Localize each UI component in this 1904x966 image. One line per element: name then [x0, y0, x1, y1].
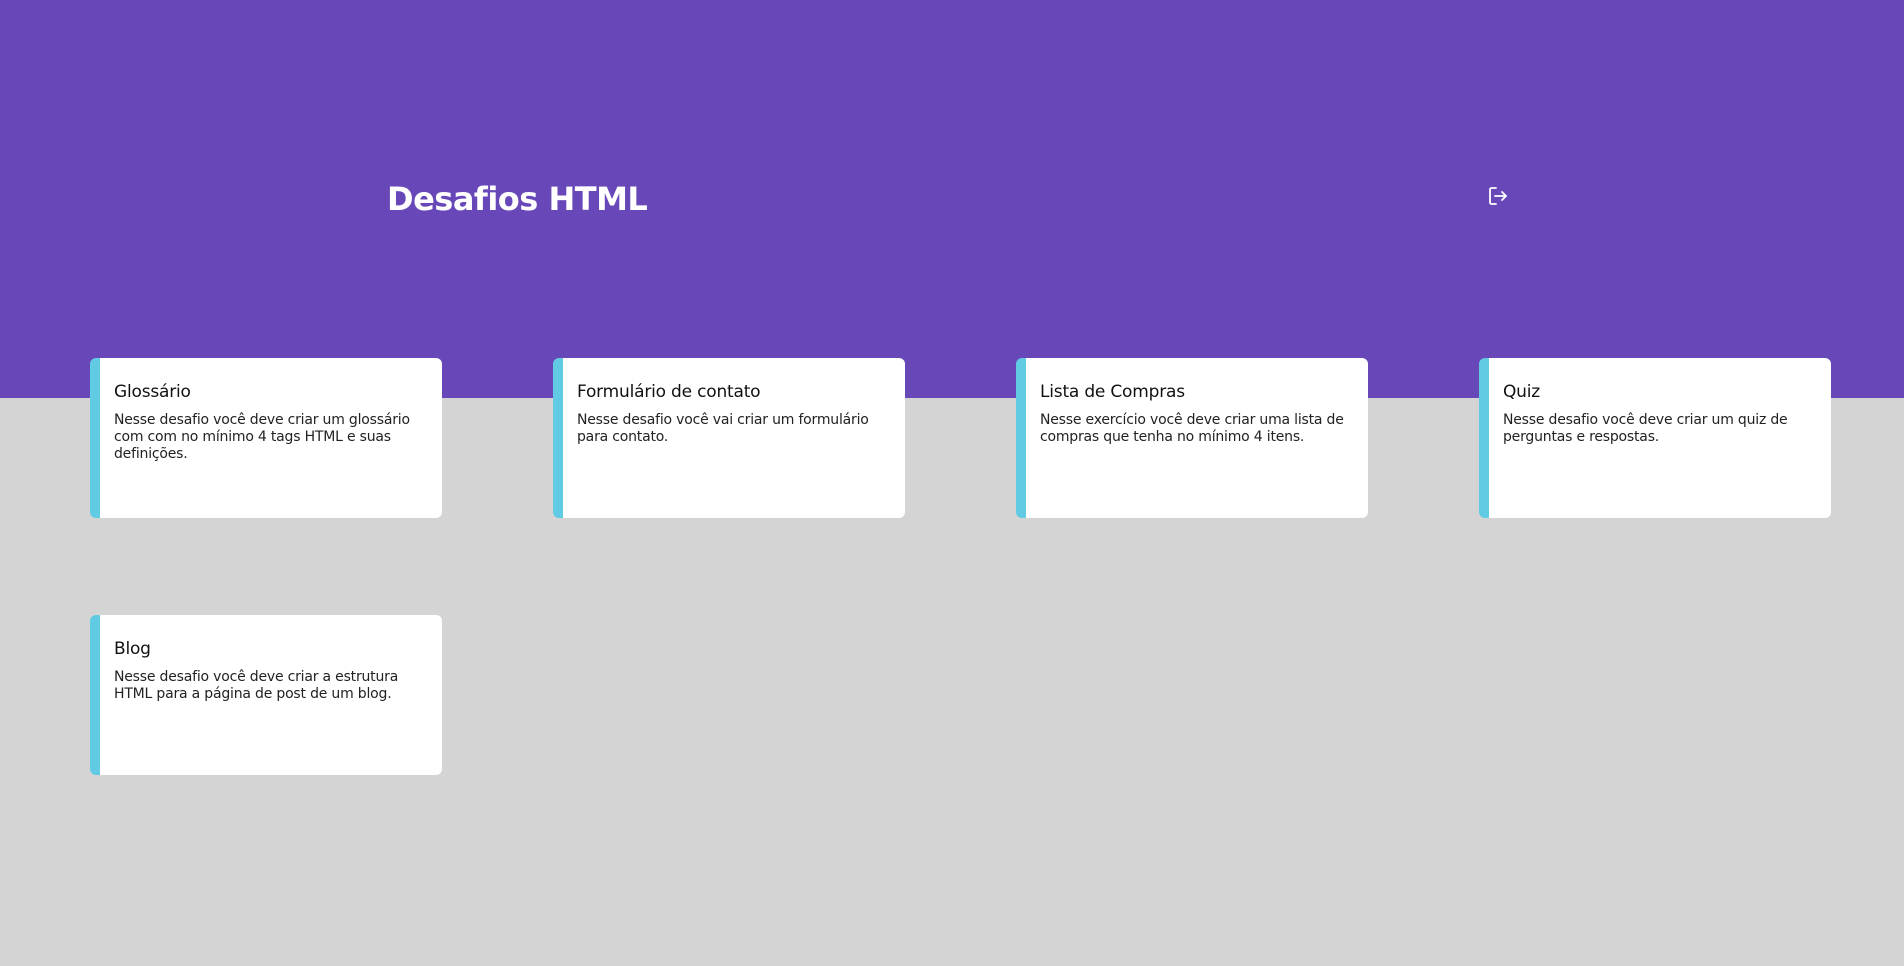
card-title: Formulário de contato: [577, 382, 761, 402]
challenge-card-glossario[interactable]: Glossário Nesse desafio você deve criar …: [90, 358, 442, 518]
challenge-card-quiz[interactable]: Quiz Nesse desafio você deve criar um qu…: [1479, 358, 1831, 518]
card-description: Nesse desafio você vai criar um formulár…: [577, 412, 869, 445]
card-description: Nesse desafio você deve criar um glossár…: [114, 412, 410, 462]
card-title: Glossário: [114, 382, 191, 402]
card-description: Nesse desafio você deve criar um quiz de…: [1503, 412, 1788, 445]
challenge-card-lista-de-compras[interactable]: Lista de Compras Nesse exercício você de…: [1016, 358, 1368, 518]
card-title: Blog: [114, 639, 151, 659]
challenge-card-formulario-de-contato[interactable]: Formulário de contato Nesse desafio você…: [553, 358, 905, 518]
card-title: Lista de Compras: [1040, 382, 1185, 402]
challenge-cards-grid: Glossário Nesse desafio você deve criar …: [0, 0, 1904, 966]
card-title: Quiz: [1503, 382, 1541, 402]
card-description: Nesse exercício você deve criar uma list…: [1040, 412, 1344, 445]
challenge-card-blog[interactable]: Blog Nesse desafio você deve criar a est…: [90, 615, 442, 775]
card-description: Nesse desafio você deve criar a estrutur…: [114, 669, 399, 702]
